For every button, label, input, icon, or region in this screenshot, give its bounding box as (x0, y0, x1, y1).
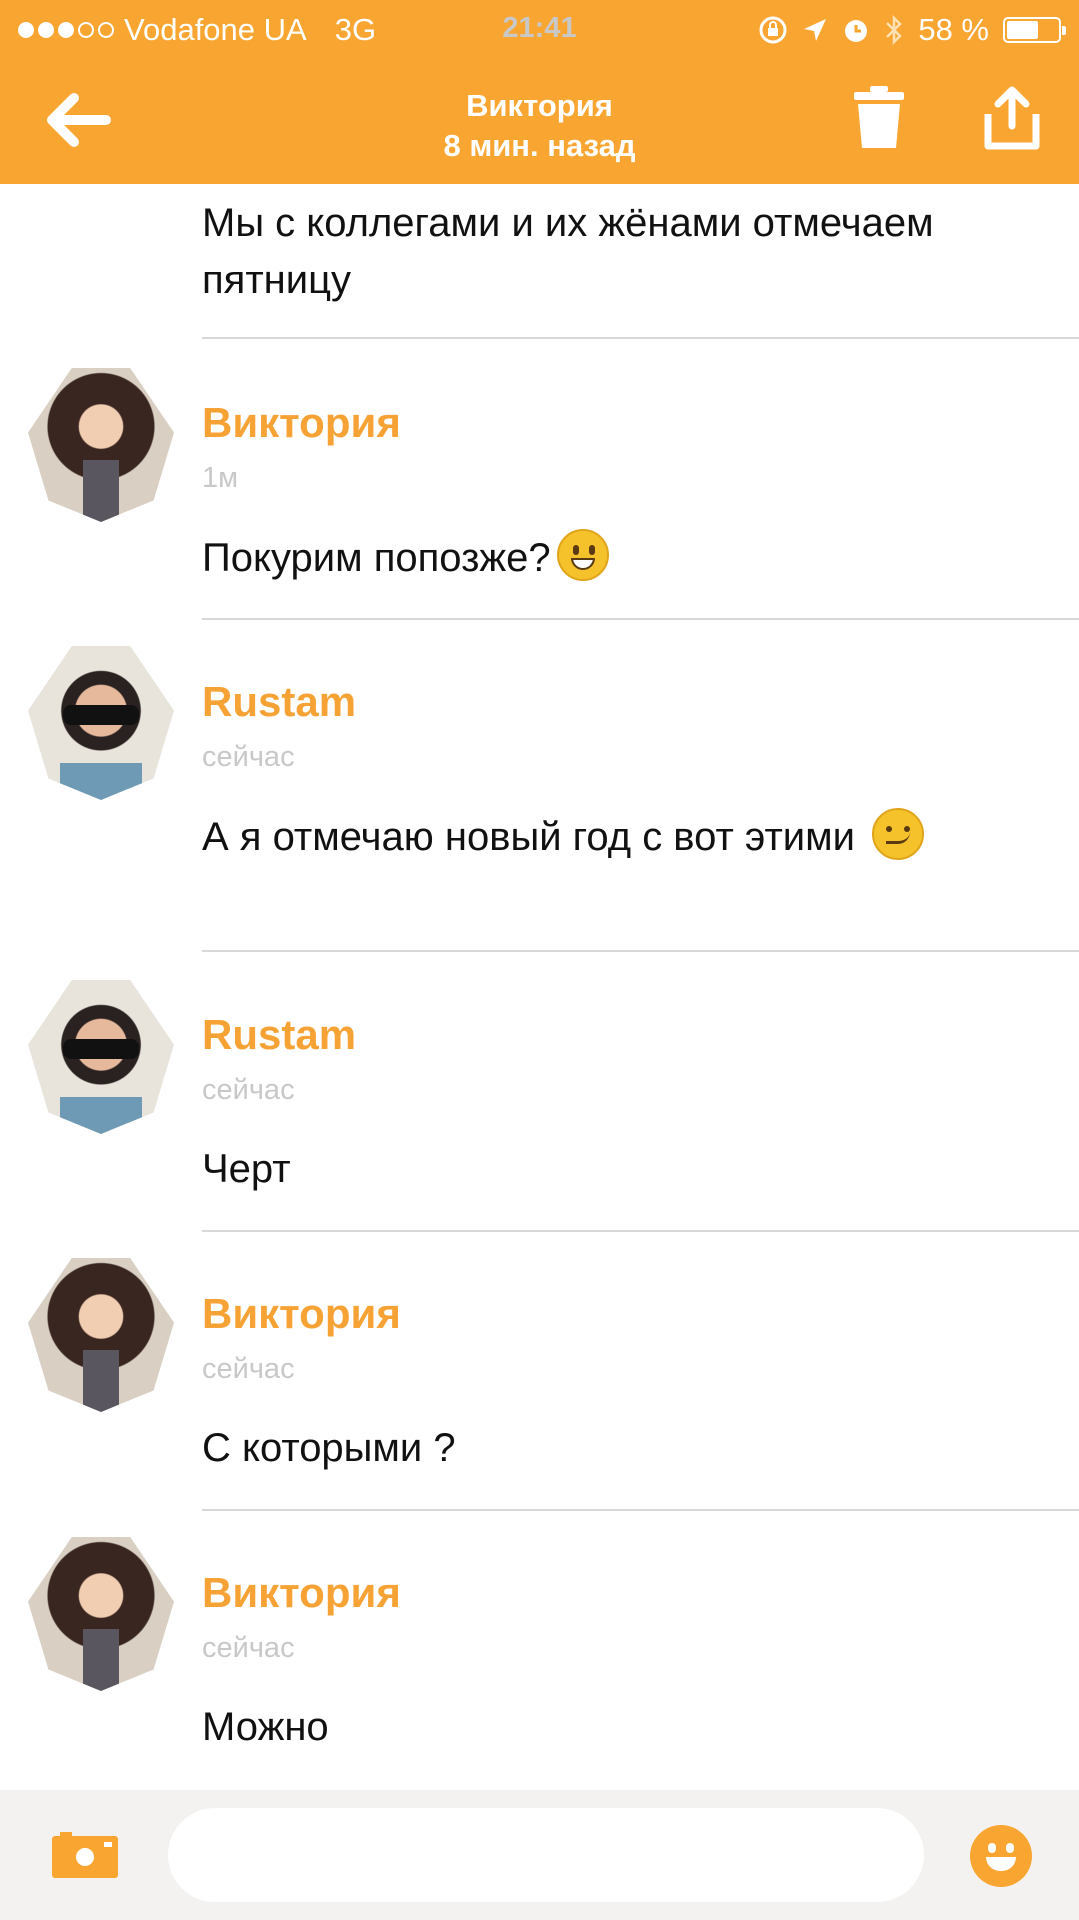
message-text: Мы с коллегами и их жёнами отмечаем пятн… (202, 201, 934, 302)
composer-bar (0, 1790, 1079, 1920)
message-time: сейчас (202, 741, 295, 773)
message-text: С которыми ? (202, 1426, 456, 1470)
message-divider (202, 950, 1079, 952)
message-author[interactable]: Виктория (202, 1290, 401, 1338)
smirk-emoji-icon (872, 808, 925, 860)
battery-percent: 58 % (918, 12, 989, 47)
message-time: сейчас (202, 1353, 295, 1385)
message-input[interactable] (168, 1808, 924, 1902)
emoji-picker-icon[interactable] (970, 1825, 1032, 1887)
share-icon[interactable] (984, 84, 1040, 150)
message-author[interactable]: Виктория (202, 399, 401, 447)
battery-icon (1003, 17, 1066, 43)
message-divider (202, 1509, 1079, 1511)
app-header: Vodafone UA 3G 21:41 58 % Виктория 8 мин… (0, 0, 1079, 184)
avatar[interactable] (28, 646, 174, 800)
location-icon (804, 19, 827, 41)
message-divider (202, 618, 1079, 620)
status-bar: Vodafone UA 3G 21:41 58 % (0, 0, 1079, 60)
chat-title: Виктория 8 мин. назад (0, 86, 1079, 166)
message-time: сейчас (202, 1632, 295, 1664)
message-author[interactable]: Rustam (202, 1011, 356, 1059)
message-author[interactable]: Виктория (202, 1569, 401, 1617)
camera-icon[interactable] (52, 1832, 118, 1878)
alarm-icon (845, 20, 868, 42)
avatar[interactable] (28, 980, 174, 1134)
avatar[interactable] (28, 1537, 174, 1691)
grinning-emoji-icon (556, 529, 609, 581)
message-text: Черт (202, 1147, 291, 1191)
message-time: 1м (202, 462, 239, 494)
message-text: Покурим попозже? (202, 536, 551, 580)
message-author[interactable]: Rustam (202, 678, 356, 726)
message-text: А я отмечаю новый год с вот этими (202, 815, 855, 859)
last-seen: 8 мин. назад (443, 128, 636, 163)
message-divider (202, 337, 1079, 339)
message-divider (202, 1230, 1079, 1232)
contact-name: Виктория (466, 88, 613, 123)
message-time: сейчас (202, 1074, 295, 1106)
avatar[interactable] (28, 1258, 174, 1412)
avatar[interactable] (28, 368, 174, 522)
status-right: 58 % (758, 12, 1066, 48)
orientation-lock-icon (759, 16, 787, 44)
trash-icon[interactable] (852, 86, 906, 150)
bluetooth-icon (886, 15, 903, 45)
message-text-row: Покурим попозже? (202, 529, 1052, 587)
message-text-row: А я отмечаю новый год с вот этими (202, 808, 1052, 866)
message-text: Можно (202, 1705, 329, 1749)
